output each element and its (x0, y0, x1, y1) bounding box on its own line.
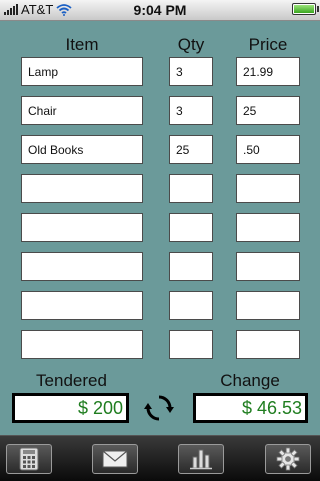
change-display: $ 46.53 (193, 393, 308, 423)
bar-chart-icon (190, 449, 212, 470)
qty-field[interactable] (169, 330, 213, 359)
price-field[interactable] (236, 174, 300, 203)
qty-field[interactable] (169, 174, 213, 203)
item-field[interactable]: Chair (21, 96, 143, 125)
item-field[interactable] (21, 252, 143, 281)
item-field[interactable] (21, 330, 143, 359)
item-field[interactable] (21, 213, 143, 242)
tab-settings[interactable] (265, 444, 311, 474)
gear-icon (276, 447, 300, 471)
mail-icon (102, 450, 128, 468)
qty-field[interactable] (169, 291, 213, 320)
refresh-icon[interactable] (143, 392, 175, 424)
header-item: Item (65, 35, 99, 54)
header-qty: Qty (177, 35, 205, 54)
tab-calculator[interactable] (6, 444, 52, 474)
price-field[interactable] (236, 252, 300, 281)
tendered-label: Tendered (36, 371, 107, 390)
tendered-field[interactable]: $ 200 (12, 393, 129, 423)
change-label: Change (220, 371, 280, 390)
status-time: 9:04 PM (133, 2, 187, 18)
price-field[interactable]: 21.99 (236, 57, 300, 86)
item-field[interactable]: Old Books (21, 135, 143, 164)
header-price: Price (248, 35, 288, 54)
qty-field[interactable]: 3 (169, 57, 213, 86)
qty-field[interactable]: 25 (169, 135, 213, 164)
qty-field[interactable]: 3 (169, 96, 213, 125)
item-field[interactable] (21, 174, 143, 203)
tendered-value: $ 200 (15, 396, 126, 420)
price-field[interactable] (236, 291, 300, 320)
price-field[interactable] (236, 213, 300, 242)
qty-field[interactable] (169, 252, 213, 281)
tab-chart[interactable] (178, 444, 224, 474)
status-bar: AT&T 9:04 PM (0, 0, 320, 21)
price-field[interactable]: .50 (236, 135, 300, 164)
tab-bar (0, 435, 320, 481)
price-field[interactable]: 25 (236, 96, 300, 125)
change-value: $ 46.53 (196, 396, 305, 420)
item-field[interactable]: Lamp (21, 57, 143, 86)
tab-mail[interactable] (92, 444, 138, 474)
calculator-icon (19, 447, 39, 471)
price-field[interactable] (236, 330, 300, 359)
battery-icon (292, 3, 319, 15)
item-field[interactable] (21, 291, 143, 320)
qty-field[interactable] (169, 213, 213, 242)
